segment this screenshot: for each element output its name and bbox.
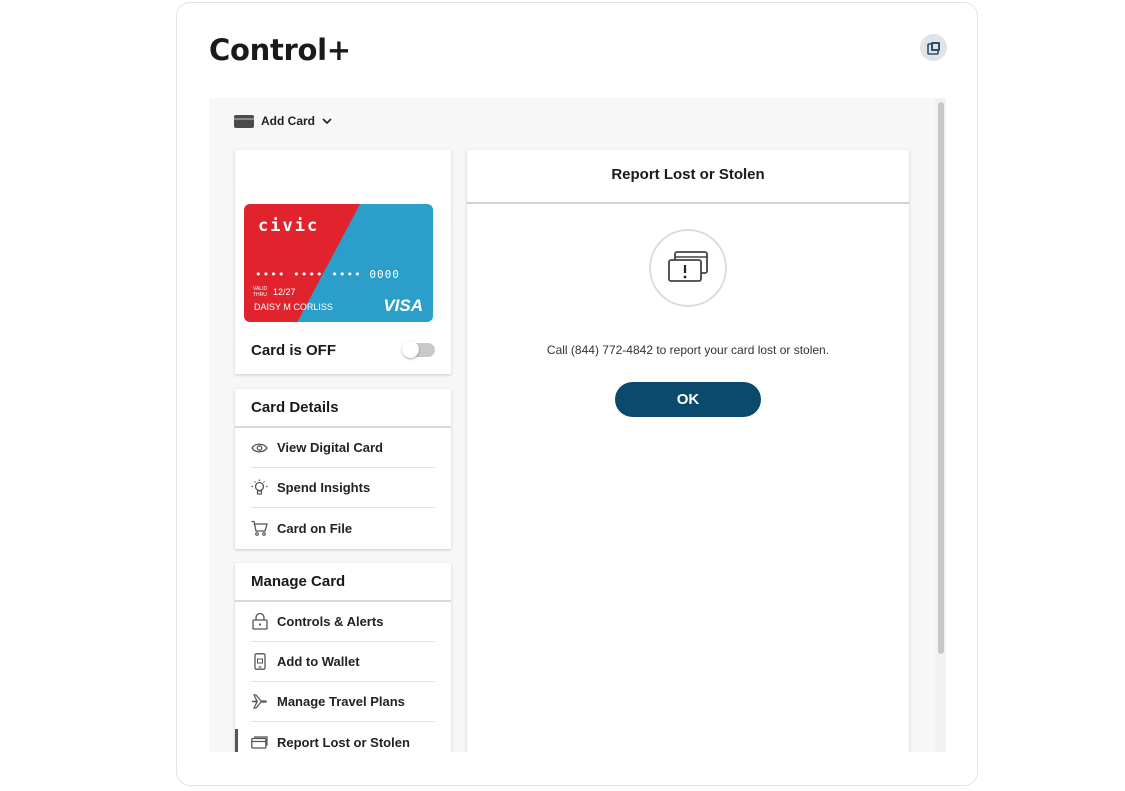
card-on-off-toggle[interactable] <box>402 341 435 358</box>
popout-icon <box>926 41 940 55</box>
lightbulb-icon <box>251 479 268 496</box>
app-frame: Add Card civic •••• •••• •••• 0000 VALID… <box>209 98 946 752</box>
scrollbar-thumb[interactable] <box>938 102 944 654</box>
add-card-dropdown[interactable]: Add Card <box>234 114 332 128</box>
card-warning-icon <box>649 229 727 307</box>
phone-icon <box>251 653 268 670</box>
lock-icon <box>251 613 268 630</box>
toggle-knob <box>402 341 419 358</box>
menu-item-controls-alerts[interactable]: Controls & Alerts <box>251 602 435 642</box>
content-title: Report Lost or Stolen <box>611 166 765 183</box>
menu-item-label: Card on File <box>277 520 353 536</box>
menu-item-label: View Digital Card <box>277 440 383 455</box>
section-title: Manage Card <box>251 573 346 590</box>
menu-item-card-on-file[interactable]: Card on File <box>251 508 435 548</box>
app-title: Control+ <box>209 33 351 67</box>
active-indicator <box>235 729 238 752</box>
menu-item-manage-travel-plans[interactable]: Manage Travel Plans <box>251 682 435 722</box>
menu-item-label: Controls & Alerts <box>277 614 384 629</box>
ok-button[interactable]: OK <box>615 382 761 417</box>
menu-item-label: Report Lost or Stolen <box>277 734 410 750</box>
card-brand: civic <box>258 216 320 236</box>
card-number: •••• •••• •••• 0000 <box>255 268 400 281</box>
card-valid-label: VALID THRU <box>253 286 268 298</box>
menu-item-add-to-wallet[interactable]: Add to Wallet <box>251 642 435 682</box>
popout-button[interactable] <box>920 34 947 61</box>
card-icon <box>234 114 254 128</box>
manage-card-panel: Manage Card Controls & Alerts Add to Wal… <box>235 563 451 752</box>
chevron-down-icon <box>322 117 332 124</box>
divider <box>467 202 909 204</box>
card-valid-thru: 12/27 <box>273 287 296 297</box>
credit-card-image: civic •••• •••• •••• 0000 VALID THRU 12/… <box>244 204 433 322</box>
add-card-label: Add Card <box>261 114 315 128</box>
airplane-icon <box>251 693 268 710</box>
menu-item-label: Add to Wallet <box>277 654 360 669</box>
scrollbar[interactable] <box>935 98 946 752</box>
report-message: Call (844) 772-4842 to report your card … <box>546 343 830 357</box>
menu-item-view-digital-card[interactable]: View Digital Card <box>251 428 435 468</box>
card-details-panel: Card Details View Digital Card Spend Ins… <box>235 389 451 549</box>
menu-item-spend-insights[interactable]: Spend Insights <box>251 468 435 508</box>
card-alert-icon <box>251 734 268 751</box>
menu-item-label: Manage Travel Plans <box>277 694 405 709</box>
menu-item-report-lost-stolen[interactable]: Report Lost or Stolen <box>251 722 435 752</box>
cart-icon <box>251 520 268 537</box>
app-container: Control+ Add Card civic •••• •••• •••• 0… <box>176 2 978 786</box>
card-panel: civic •••• •••• •••• 0000 VALID THRU 12/… <box>235 150 451 374</box>
card-status-label: Card is OFF <box>251 342 337 359</box>
card-network-logo: VISA <box>383 296 423 315</box>
eye-icon <box>251 439 268 456</box>
menu-item-label: Spend Insights <box>277 480 371 495</box>
card-holder-name: DAISY M CORLISS <box>254 302 333 312</box>
section-title: Card Details <box>251 399 339 416</box>
report-lost-stolen-panel: Report Lost or Stolen Call (844) 772-484… <box>467 150 909 752</box>
